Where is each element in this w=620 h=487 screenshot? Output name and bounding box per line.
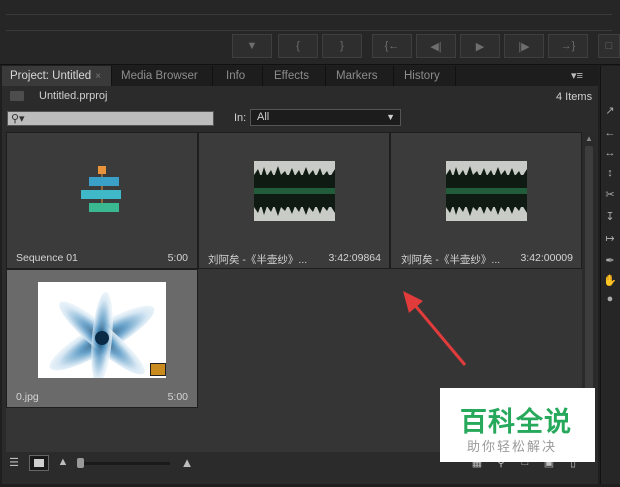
tab-media-browser[interactable]: Media Browser (113, 66, 213, 86)
slider-handle[interactable] (77, 458, 84, 468)
close-icon[interactable]: × (95, 71, 101, 82)
item-duration: 5:00 (167, 391, 188, 403)
track-select-tool-icon[interactable]: ← (603, 126, 617, 140)
tab-label: Project: Untitled (10, 70, 92, 82)
tab-label: History (404, 70, 440, 82)
zoom-tool-icon[interactable]: ● (603, 292, 617, 306)
mark-in-button[interactable]: { (278, 34, 318, 58)
step-back-icon: ◀| (430, 40, 442, 53)
scroll-up-icon[interactable]: ▲ (585, 134, 593, 143)
marker-icon: ▼ (246, 40, 258, 52)
list-view-icon[interactable]: ☰ (6, 456, 22, 470)
ripple-edit-tool-icon[interactable]: ↔ (603, 146, 617, 160)
tab-info[interactable]: Info (218, 66, 263, 86)
watermark-title: 百科全说 (460, 407, 572, 437)
go-to-out-icon: →} (560, 40, 576, 52)
panel-menu-button[interactable]: ▾≡ (566, 68, 588, 84)
play-button[interactable]: ▶ (460, 34, 500, 58)
chevron-down-icon: ▼ (386, 112, 395, 122)
tab-label: Media Browser (121, 70, 198, 82)
search-icon: ⚲▾ (11, 113, 25, 125)
out-point-icon: } (340, 40, 344, 52)
item-name: 刘阿矣 -《半壶纱》... (208, 254, 308, 266)
hand-tool-icon[interactable]: ✋ (603, 274, 617, 288)
project-item-image[interactable]: 0.jpg 5:00 (6, 269, 198, 408)
slip-tool-icon[interactable]: ↧ (603, 210, 617, 224)
project-file-name: Untitled.prproj (39, 90, 108, 102)
tab-label: Effects (274, 70, 309, 82)
watermark-logo: 百科全说 助你轻松解决 (440, 388, 595, 462)
divider (6, 14, 612, 15)
project-item-audio[interactable]: 刘阿矣 -《半壶纱》... 3:42:09864 (198, 132, 390, 269)
tab-effects[interactable]: Effects (266, 66, 326, 86)
selection-tool-icon[interactable]: ↗ (603, 104, 617, 118)
item-name: 0.jpg (16, 391, 39, 403)
insert-button[interactable]: □ (598, 34, 620, 58)
tab-project[interactable]: Project: Untitled × (2, 66, 112, 86)
image-thumbnail (38, 282, 166, 378)
in-label: In: (234, 112, 247, 124)
project-folder-icon (10, 91, 24, 101)
watermark-subtitle: 助你轻松解决 (467, 439, 558, 454)
tab-label: Info (226, 70, 246, 82)
step-forward-button[interactable]: |▶ (504, 34, 544, 58)
tab-history[interactable]: History (396, 66, 456, 86)
tab-label: Markers (336, 70, 378, 82)
annotation-arrow (403, 291, 467, 366)
item-name: 刘阿矣 -《半壶纱》... (401, 254, 501, 266)
add-marker-button[interactable]: ▼ (232, 34, 272, 58)
item-count: 4 Items (556, 91, 593, 103)
icon-view-icon (34, 459, 44, 467)
item-name: Sequence 01 (16, 252, 78, 264)
in-filter-value: All (257, 111, 270, 123)
step-back-button[interactable]: ◀| (416, 34, 456, 58)
item-duration: 3:42:00009 (520, 252, 573, 264)
item-duration: 3:42:09864 (328, 252, 381, 264)
thumbnail-size-slider[interactable] (78, 462, 170, 465)
divider (6, 30, 612, 31)
tab-markers[interactable]: Markers (328, 66, 394, 86)
pen-tool-icon[interactable]: ✒ (603, 254, 617, 268)
go-to-in-button[interactable]: {← (372, 34, 412, 58)
project-item-sequence[interactable]: Sequence 01 5:00 (6, 132, 198, 269)
step-forward-icon: |▶ (518, 40, 530, 53)
play-icon: ▶ (475, 40, 485, 53)
zoom-out-icon[interactable]: ▲ (57, 456, 69, 468)
mark-out-button[interactable]: } (322, 34, 362, 58)
item-duration: 5:00 (167, 252, 188, 264)
search-input[interactable]: ⚲▾ (7, 111, 214, 126)
zoom-in-icon[interactable]: ▲ (178, 455, 196, 470)
film-icon (150, 363, 166, 376)
in-point-icon: { (296, 40, 300, 52)
razor-tool-icon[interactable]: ✂ (603, 188, 617, 202)
in-filter-select[interactable]: All ▼ (250, 109, 401, 126)
sequence-icon (81, 166, 121, 212)
go-to-in-icon: {← (384, 40, 400, 52)
rolling-edit-tool-icon[interactable]: ↕ (603, 166, 617, 180)
audio-waveform-thumbnail (446, 161, 527, 221)
audio-waveform-thumbnail (254, 161, 335, 221)
go-to-out-button[interactable]: →} (548, 34, 588, 58)
slide-tool-icon[interactable]: ↦ (603, 232, 617, 246)
icon-view-button[interactable] (29, 455, 49, 471)
project-item-audio[interactable]: 刘阿矣 -《半壶纱》... 3:42:00009 (390, 132, 582, 269)
insert-icon: □ (605, 40, 613, 52)
